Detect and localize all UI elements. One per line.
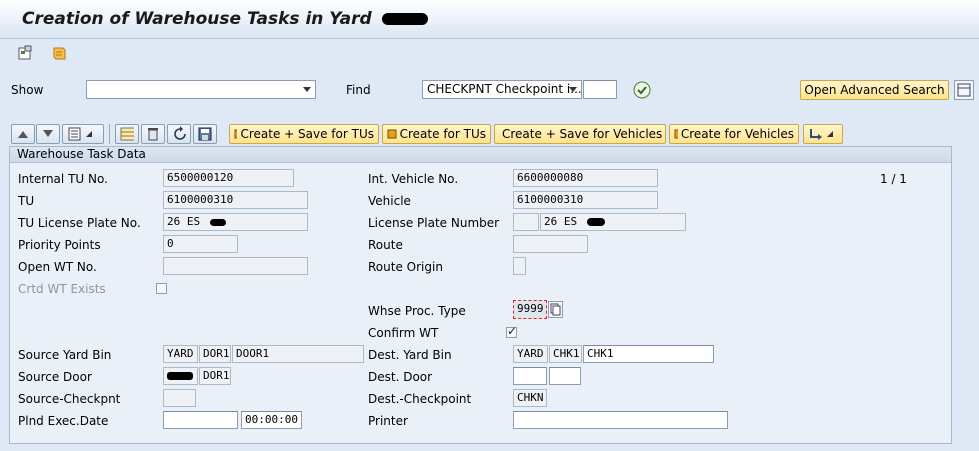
vehicle-field[interactable]: 6100000310 [513, 191, 658, 209]
delete-button[interactable] [141, 124, 165, 144]
layout-icon[interactable] [954, 80, 974, 100]
redacted-text [209, 218, 226, 226]
dest-checkpoint-label: Dest.-Checkpoint [368, 392, 472, 406]
create-tus-button[interactable]: Create for TUs [382, 124, 491, 144]
plate-prefix-field[interactable] [513, 213, 539, 231]
priority-label: Priority Points [18, 238, 101, 252]
save-icon [198, 127, 212, 141]
show-label: Show [11, 83, 44, 97]
group-title: Warehouse Task Data [17, 147, 146, 161]
find-label: Find [346, 83, 371, 97]
priority-field[interactable]: 0 [163, 235, 238, 253]
tu-label: TU [18, 194, 35, 208]
tu-plate-field[interactable]: 26 ES [163, 213, 308, 231]
dest-door-field-2[interactable] [549, 367, 581, 385]
int-vehicle-label: Int. Vehicle No. [368, 172, 459, 186]
source-bin-label: Source Yard Bin [18, 348, 112, 362]
variant-icon[interactable] [16, 44, 34, 62]
more-actions-button[interactable] [803, 124, 843, 144]
redacted-text [167, 372, 193, 380]
confirm-wt-checkbox[interactable] [506, 324, 517, 338]
arrow-up-icon [18, 131, 28, 138]
open-wt-label: Open WT No. [18, 260, 97, 274]
dropdown-icon [86, 131, 92, 137]
select-all-button[interactable] [115, 124, 139, 144]
plate-label: License Plate Number [368, 216, 500, 230]
pager-text: 1 / 1 [880, 172, 907, 186]
open-advanced-search-button[interactable]: Open Advanced Search [800, 80, 949, 100]
create-save-tus-button[interactable]: Create + Save for TUs [229, 124, 379, 144]
document-icon[interactable] [50, 44, 68, 62]
source-bin-field-3[interactable]: DOOR1 [232, 345, 364, 363]
dest-door-label: Dest. Door [368, 370, 433, 384]
create-save-vehicles-button[interactable]: Create + Save for Vehicles [494, 124, 666, 144]
group-header [10, 147, 951, 163]
execute-search-icon[interactable] [632, 80, 652, 100]
chevron-down-icon [303, 87, 311, 92]
route-origin-label: Route Origin [368, 260, 443, 274]
open-wt-field[interactable] [163, 257, 308, 275]
forklift-icon [674, 129, 678, 139]
page-title: Creation of Warehouse Tasks in Yard [22, 9, 428, 29]
dest-door-field-1[interactable] [513, 367, 547, 385]
arrow-return-icon [810, 129, 822, 140]
redacted-text [586, 218, 605, 226]
whse-proc-label: Whse Proc. Type [368, 304, 466, 318]
create-vehicles-button[interactable]: Create for Vehicles [669, 124, 799, 144]
details-icon [68, 127, 81, 141]
source-door-field-2[interactable]: DOR1 [199, 367, 231, 385]
source-door-field-1[interactable] [163, 367, 198, 385]
value-help-icon[interactable] [548, 301, 563, 318]
printer-label: Printer [368, 414, 408, 428]
plate-field[interactable]: 26 ES [540, 213, 686, 231]
dropdown-icon [827, 131, 833, 137]
whse-proc-field[interactable]: 9999 [513, 300, 547, 319]
vehicle-label: Vehicle [368, 194, 411, 208]
internal-tu-field[interactable]: 6500000120 [163, 169, 294, 187]
toolbar-separator [109, 124, 110, 144]
chevron-down-icon [569, 87, 577, 92]
warehouse-task-group [9, 146, 952, 444]
source-checkpnt-field[interactable] [163, 389, 196, 407]
refresh-icon [174, 126, 186, 140]
refresh-button[interactable] [167, 124, 191, 144]
crtd-wt-label: Crtd WT Exists [18, 282, 106, 296]
dest-bin-label: Dest. Yard Bin [368, 348, 452, 362]
dest-bin-field-1[interactable]: YARD [513, 345, 548, 363]
move-down-button[interactable] [36, 124, 60, 144]
int-vehicle-field[interactable]: 6600000080 [513, 169, 658, 187]
route-label: Route [368, 238, 403, 252]
dest-checkpoint-field[interactable]: CHKN [513, 389, 547, 407]
select-all-icon [120, 127, 134, 141]
crtd-wt-checkbox[interactable] [156, 283, 167, 294]
forklift-icon [234, 129, 238, 139]
printer-field[interactable] [513, 411, 728, 429]
source-bin-field-2[interactable]: DOR1 [199, 345, 231, 363]
plnd-exec-label: Plnd Exec.Date [18, 414, 109, 428]
plnd-exec-time-field[interactable]: 00:00:00 [241, 411, 302, 429]
find-select[interactable]: CHECKPNT Checkpoint i... [422, 80, 582, 99]
route-origin-field[interactable] [513, 257, 526, 275]
find-input[interactable] [583, 80, 617, 99]
trash-icon [148, 128, 158, 141]
arrow-down-icon [43, 130, 53, 137]
move-up-button[interactable] [11, 124, 35, 144]
tu-plate-label: TU License Plate No. [18, 216, 141, 230]
internal-tu-label: Internal TU No. [18, 172, 108, 186]
plnd-exec-date-field[interactable] [163, 411, 238, 429]
save-button[interactable] [193, 124, 217, 144]
dest-bin-field-2[interactable]: CHK1 [549, 345, 582, 363]
source-bin-field-1[interactable]: YARD [163, 345, 198, 363]
source-checkpnt-label: Source-Checkpnt [18, 392, 121, 406]
redacted-text [381, 13, 428, 25]
route-field[interactable] [513, 235, 588, 253]
tu-field[interactable]: 6100000310 [163, 191, 308, 209]
show-select[interactable] [86, 80, 316, 99]
details-button[interactable] [62, 124, 104, 144]
source-door-label: Source Door [18, 370, 92, 384]
dest-bin-field-3[interactable]: CHK1 [583, 345, 714, 363]
confirm-wt-label: Confirm WT [368, 326, 439, 340]
forklift-icon [387, 129, 397, 139]
